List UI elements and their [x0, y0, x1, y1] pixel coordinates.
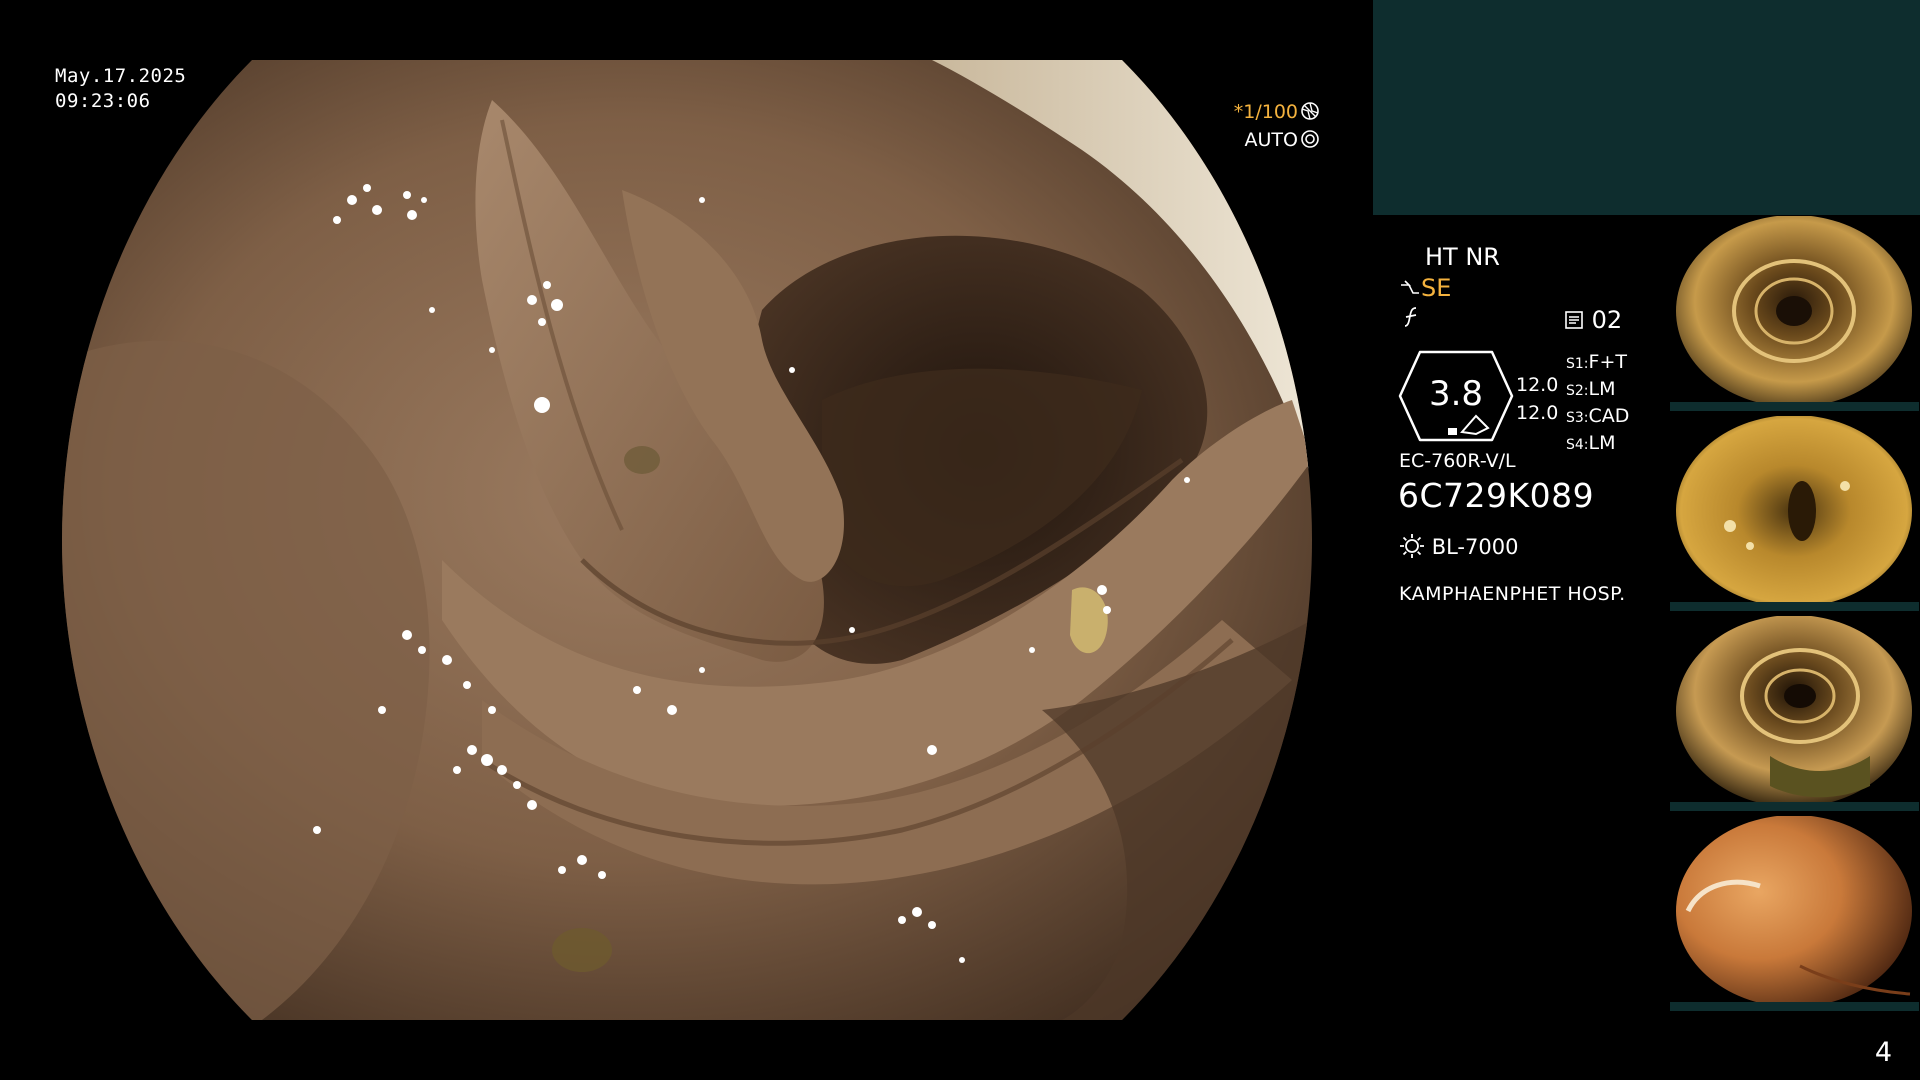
time-text: 09:23:06	[55, 90, 151, 112]
auto-exposure-icon	[1301, 130, 1319, 148]
page-number: 4	[1874, 1037, 1892, 1068]
info-panel	[1373, 215, 1671, 1080]
s-settings-list: S1:F+T S2:LM S3:CAD S4:LM	[1566, 350, 1629, 458]
panel-header-area	[1373, 0, 1920, 215]
memo-icon	[1565, 311, 1583, 329]
scope-serial: 6C729K089	[1398, 476, 1595, 515]
light-source-row: BL-7000	[1399, 533, 1518, 559]
freeze-row	[1402, 306, 1422, 334]
light-source-icon	[1400, 534, 1424, 558]
structure-enhance-row: SE	[1399, 274, 1451, 302]
thumbnail-image-2	[1670, 416, 1919, 611]
capture-thumbnail-4[interactable]	[1670, 816, 1919, 1011]
shutter-icon	[1301, 102, 1319, 120]
thumbnail-image-4	[1670, 816, 1919, 1011]
shutter-value: 1/100	[1243, 101, 1298, 123]
capture-thumbnail-2[interactable]	[1670, 416, 1919, 611]
freeze-icon	[1404, 307, 1417, 327]
scope-model: EC-760R-V/L	[1399, 450, 1516, 472]
hospital-name: KAMPHAENPHET HOSP.	[1399, 583, 1626, 605]
capture-thumbnail-3[interactable]	[1670, 616, 1919, 811]
gauge-value: 3.8	[1428, 374, 1484, 414]
s-setting-3: S3:CAD	[1566, 405, 1630, 427]
s-setting-4: S4:LM	[1566, 432, 1616, 454]
shutter-prefix: *	[1233, 101, 1244, 123]
s-setting-1: S1:F+T	[1566, 351, 1627, 373]
shutter-row: *1/100	[1234, 98, 1320, 126]
gain-values: 12.0 12.0	[1516, 371, 1558, 427]
endoscopic-view: May.17.2025 09:23:06 *1/100 AUTO	[0, 0, 1372, 1080]
s-setting-2: S2:LM	[1566, 378, 1616, 400]
endoscopic-image	[62, 60, 1312, 1020]
exposure-row: AUTO	[1234, 126, 1320, 154]
thumbnail-image-3	[1670, 616, 1919, 811]
structure-enhance-icon	[1401, 280, 1419, 294]
memo-row: 02	[1564, 306, 1622, 334]
gain-value-2: 12.0	[1516, 402, 1559, 424]
thumbnail-image-1	[1670, 216, 1919, 411]
light-source-name: BL-7000	[1431, 535, 1519, 559]
shutter-overlay: *1/100 AUTO	[1234, 98, 1320, 154]
capture-thumbnail-1[interactable]	[1670, 216, 1919, 411]
ht-nr-label: HT NR	[1425, 243, 1500, 271]
date-time-overlay: May.17.2025 09:23:06	[55, 64, 186, 114]
memo-value: 02	[1591, 306, 1623, 334]
date-text: May.17.2025	[55, 65, 187, 87]
se-label: SE	[1421, 274, 1452, 302]
exposure-mode: AUTO	[1244, 129, 1298, 151]
gain-value-1: 12.0	[1516, 374, 1559, 396]
